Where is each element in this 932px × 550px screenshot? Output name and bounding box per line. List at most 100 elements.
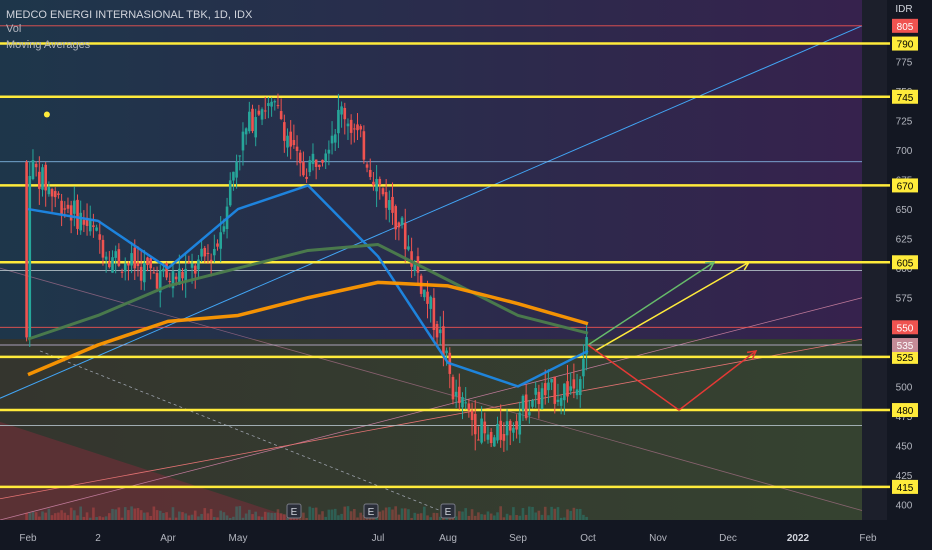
candle-body [483, 421, 487, 434]
volume-bar [273, 512, 277, 520]
x-tick-label: 2 [95, 533, 101, 544]
volume-bar [534, 512, 537, 520]
price-tag-670: 670 [897, 181, 914, 192]
volume-bar [464, 508, 467, 520]
volume-bar [98, 516, 102, 520]
volume-bar [423, 506, 426, 520]
candle-body [295, 146, 299, 151]
volume-bar [569, 510, 572, 520]
candle-body [531, 400, 534, 407]
earnings-marker: E [291, 507, 298, 518]
candle-body [324, 153, 327, 162]
candle-body [263, 110, 267, 112]
volume-indicator-label[interactable]: Vol [6, 22, 21, 36]
candle-body [537, 391, 541, 405]
candle-body [162, 268, 165, 272]
volume-bar [203, 508, 207, 520]
candle-body [477, 439, 480, 441]
volume-bar [324, 516, 327, 520]
candle-body [82, 219, 86, 225]
candle-body [381, 188, 385, 195]
candle-body [273, 101, 277, 103]
candle-body [79, 212, 82, 231]
candle-body [397, 222, 401, 228]
candle-body [340, 106, 343, 115]
volume-bar [267, 512, 270, 520]
volume-bar [524, 514, 528, 520]
volume-bar [410, 517, 413, 520]
candle-body [451, 376, 455, 400]
volume-bar [127, 510, 130, 520]
volume-bar [521, 508, 525, 520]
candle-body [454, 391, 458, 397]
candle-body [505, 421, 509, 436]
volume-bar [47, 508, 51, 520]
volume-bar [114, 509, 117, 520]
candle-body [47, 186, 51, 195]
candle-body [318, 164, 321, 167]
candle-body [248, 111, 251, 132]
volume-bar [53, 513, 57, 520]
volume-bar [333, 508, 337, 520]
candle-body [69, 205, 73, 221]
candle-body [41, 167, 44, 190]
candle-body [314, 159, 318, 167]
candle-body [375, 178, 378, 192]
volume-bar [384, 507, 388, 520]
candle-body [213, 248, 216, 256]
volume-bar [381, 510, 385, 520]
volume-bar [305, 517, 308, 520]
volume-bar [111, 508, 114, 520]
candle-body [534, 388, 537, 395]
volume-bar [130, 506, 133, 520]
candle-body [508, 420, 512, 431]
candle-body [486, 434, 490, 440]
volume-bar [219, 510, 222, 520]
volume-bar [254, 511, 257, 520]
volume-bar [228, 517, 232, 520]
volume-bar [477, 512, 480, 520]
candle-body [152, 272, 156, 274]
candle-body [461, 397, 464, 408]
y-tick-label: 650 [896, 205, 913, 216]
candle-body [155, 273, 159, 289]
volume-bar [467, 515, 471, 520]
candle-body [353, 128, 356, 130]
candle-body [50, 188, 54, 197]
volume-bar [120, 517, 124, 520]
earnings-marker: E [445, 507, 452, 518]
volume-bar [483, 514, 487, 520]
price-chart[interactable]: 4004254504755005756006256506757007257507… [0, 0, 932, 550]
candle-body [521, 395, 525, 411]
volume-bar [251, 514, 254, 520]
x-tick-label: Feb [19, 533, 37, 544]
volume-bar [213, 516, 216, 520]
candle-body [359, 126, 362, 130]
candle-body [73, 200, 76, 214]
volume-bar [378, 511, 382, 520]
volume-bar [550, 506, 553, 520]
volume-bar [413, 512, 417, 520]
currency-label: IDR [895, 4, 912, 15]
volume-bar [353, 508, 356, 520]
candle-body [473, 413, 477, 435]
candle-body [400, 217, 404, 226]
volume-bar [496, 512, 499, 520]
x-tick-label: Sep [509, 533, 527, 544]
candle-body [66, 204, 70, 209]
y-tick-label: 500 [896, 382, 913, 393]
volume-bar [359, 512, 362, 520]
candle-body [464, 402, 467, 404]
volume-bar [257, 516, 261, 520]
x-tick-label: 2022 [787, 533, 810, 544]
y-tick-label: 625 [896, 235, 913, 246]
candle-body [283, 122, 286, 141]
volume-bar [108, 513, 111, 520]
volume-bar [388, 507, 391, 520]
volume-bar [168, 517, 172, 520]
candle-body [111, 257, 114, 273]
volume-bar [152, 506, 156, 520]
candle-body [88, 220, 92, 232]
candle-body [123, 263, 127, 272]
moving-averages-indicator-label[interactable]: Moving Averages [6, 38, 90, 52]
